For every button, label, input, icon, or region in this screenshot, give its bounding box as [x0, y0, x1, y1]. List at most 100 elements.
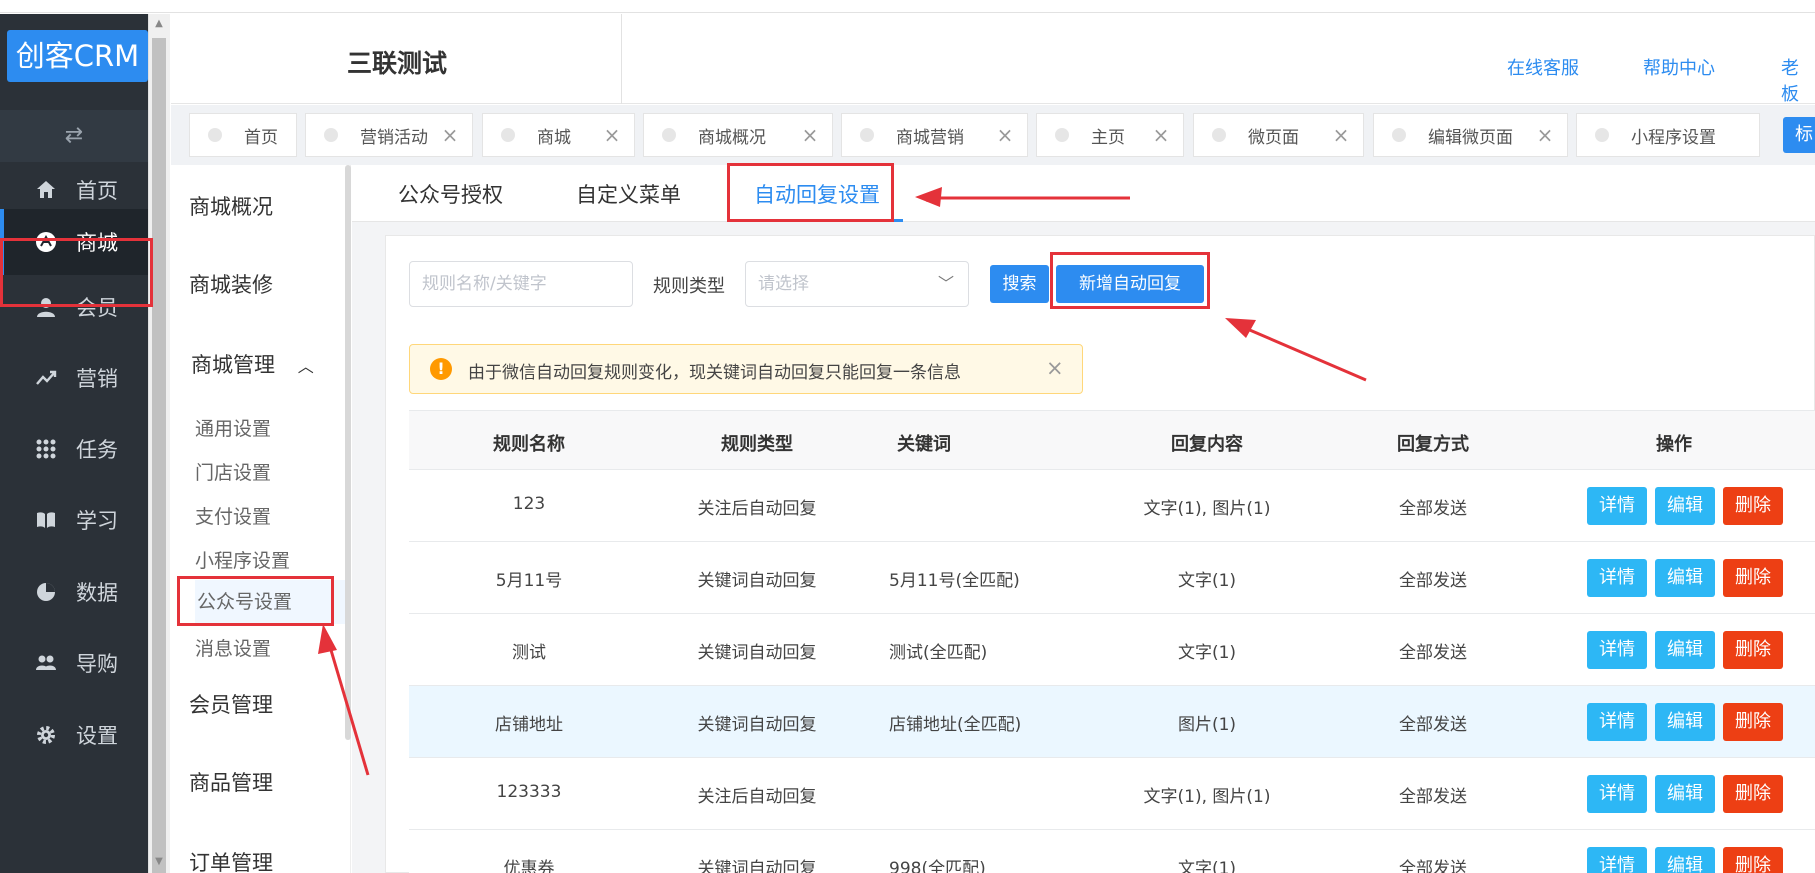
tab-dot-icon [860, 128, 874, 142]
delete-button[interactable]: 删除 [1723, 847, 1783, 873]
close-icon[interactable]: × [995, 123, 1015, 147]
detail-button[interactable]: 详情 [1587, 703, 1647, 741]
sidebar-item-guide[interactable]: 导购 [0, 630, 148, 696]
detail-button[interactable]: 详情 [1587, 631, 1647, 669]
sidebar-scrollbar-thumb[interactable] [152, 38, 166, 873]
detail-button[interactable]: 详情 [1587, 847, 1647, 873]
submenu-group-store-management[interactable]: 商城管理 ︿ [191, 349, 314, 379]
delete-button[interactable]: 删除 [1723, 559, 1783, 597]
cell-keyword: 店铺地址(全匹配) [889, 715, 1022, 735]
delete-button[interactable]: 删除 [1723, 487, 1783, 525]
tab-store-marketing[interactable]: 商城营销 × [841, 113, 1028, 157]
detail-button[interactable]: 详情 [1587, 487, 1647, 525]
tab-dot-icon [1392, 128, 1406, 142]
submenu-item-store[interactable]: 门店设置 [195, 458, 271, 485]
tab-label: 小程序设置 [1631, 127, 1716, 148]
submenu-group-store-decoration[interactable]: 商城装修 [189, 269, 273, 299]
tab-dot-icon [324, 128, 338, 142]
close-icon[interactable]: × [1046, 356, 1064, 380]
rule-type-label: 规则类型 [653, 276, 725, 297]
table-header: 规则名称 规则类型 关键词 回复内容 回复方式 操作 [409, 410, 1815, 470]
edit-button[interactable]: 编辑 [1655, 703, 1715, 741]
tab-label: 首页 [244, 127, 278, 148]
cell-rule-type: 关注后自动回复 [697, 787, 817, 807]
cell-reply-mode: 全部发送 [1399, 715, 1467, 735]
tab-marketing-activity[interactable]: 营销活动 × [305, 113, 473, 157]
scroll-up-icon[interactable]: ▲ [152, 18, 166, 29]
help-center-link[interactable]: 帮助中心 [1643, 54, 1715, 80]
column-header-rule-type: 规则类型 [721, 434, 793, 455]
submenu-scrollbar-thumb[interactable] [345, 165, 351, 740]
cell-reply-content: 文字(1), 图片(1) [1143, 499, 1271, 519]
sidebar-item-data[interactable]: 数据 [0, 559, 148, 625]
submenu-group-label: 商城管理 [191, 353, 275, 377]
close-icon[interactable]: × [440, 123, 460, 147]
detail-button[interactable]: 详情 [1587, 775, 1647, 813]
tab-store[interactable]: 商城 × [482, 113, 635, 157]
keyword-search-input[interactable]: 规则名称/关键字 [409, 261, 633, 307]
edit-button[interactable]: 编辑 [1655, 775, 1715, 813]
cell-rule-name: 优惠券 [503, 859, 555, 873]
column-header-keyword: 关键词 [897, 434, 951, 455]
online-service-link[interactable]: 在线客服 [1507, 54, 1579, 80]
close-icon[interactable]: × [1331, 123, 1351, 147]
sidebar-item-task[interactable]: 任务 [0, 416, 148, 482]
submenu-item-payment[interactable]: 支付设置 [195, 502, 271, 529]
tab-home[interactable]: 首页 [189, 113, 297, 157]
submenu-group-order[interactable]: 订单管理 [189, 847, 273, 873]
detail-button[interactable]: 详情 [1587, 559, 1647, 597]
submenu-item-miniprogram[interactable]: 小程序设置 [195, 546, 290, 573]
tab-label: 商城概况 [698, 127, 766, 148]
cell-rule-name: 5月11号 [495, 571, 563, 591]
tab-custom-menu[interactable]: 自定义菜单 [576, 179, 681, 209]
chevron-down-icon: ﹀ [937, 274, 954, 293]
table-row: 123 关注后自动回复 文字(1), 图片(1) 全部发送 详情 编辑 删除 [409, 470, 1815, 542]
submenu-item-message[interactable]: 消息设置 [195, 634, 271, 661]
submenu-group-goods[interactable]: 商品管理 [189, 767, 273, 797]
edit-button[interactable]: 编辑 [1655, 487, 1715, 525]
rule-type-select[interactable]: 请选择 ﹀ [745, 261, 969, 307]
cell-rule-type: 关键词自动回复 [697, 643, 817, 663]
scroll-down-icon[interactable]: ▼ [152, 856, 166, 867]
edit-button[interactable]: 编辑 [1655, 631, 1715, 669]
top-header: 三联测试 在线客服 帮助中心 老板 [171, 14, 1815, 106]
close-icon[interactable]: × [602, 123, 622, 147]
tab-store-overview[interactable]: 商城概况 × [643, 113, 833, 157]
cell-rule-type: 关键词自动回复 [697, 859, 817, 873]
tab-miniprogram-settings[interactable]: 小程序设置 [1576, 113, 1760, 157]
screen: 创客CRM ⇄ 首页 商城 会员 营销 任务 学习 数据 导购 设置 ▲ ▼ 三… [0, 0, 1815, 873]
tab-official-account-auth[interactable]: 公众号授权 [398, 179, 503, 209]
sidebar-item-study[interactable]: 学习 [0, 487, 148, 553]
group-icon [34, 651, 58, 675]
edit-button[interactable]: 编辑 [1655, 847, 1715, 873]
delete-button[interactable]: 删除 [1723, 703, 1783, 741]
tab-more-button[interactable]: 标 [1783, 117, 1815, 153]
logo[interactable]: 创客CRM [7, 30, 148, 82]
submenu-item-general[interactable]: 通用设置 [195, 414, 271, 441]
tab-main-page[interactable]: 主页 × [1036, 113, 1184, 157]
sidebar-item-marketing[interactable]: 营销 [0, 345, 148, 411]
cell-rule-type: 关键词自动回复 [697, 715, 817, 735]
submenu-group-store-overview[interactable]: 商城概况 [189, 191, 273, 221]
sidebar-item-label: 学习 [76, 509, 118, 533]
close-icon[interactable]: × [1535, 123, 1555, 147]
submenu-group-member[interactable]: 会员管理 [189, 689, 273, 719]
cell-reply-content: 文字(1), 图片(1) [1143, 787, 1271, 807]
delete-button[interactable]: 删除 [1723, 631, 1783, 669]
tab-edit-micro-page[interactable]: 编辑微页面 × [1373, 113, 1568, 157]
table-row: 5月11号 关键词自动回复 5月11号(全匹配) 文字(1) 全部发送 详情 编… [409, 542, 1815, 614]
delete-button[interactable]: 删除 [1723, 775, 1783, 813]
tab-dot-icon [662, 128, 676, 142]
search-button[interactable]: 搜索 [990, 265, 1049, 303]
tab-micro-page[interactable]: 微页面 × [1193, 113, 1364, 157]
rule-type-placeholder: 请选择 [758, 274, 809, 294]
close-icon[interactable]: × [1151, 123, 1171, 147]
edit-button[interactable]: 编辑 [1655, 559, 1715, 597]
close-icon[interactable]: × [800, 123, 820, 147]
warning-icon: ! [430, 358, 452, 380]
swap-icon[interactable]: ⇄ [0, 110, 148, 162]
cell-reply-mode: 全部发送 [1399, 499, 1467, 519]
boss-link[interactable]: 老板 [1781, 54, 1815, 106]
sidebar-item-settings[interactable]: 设置 [0, 702, 148, 768]
chevron-up-icon: ︿ [297, 357, 314, 376]
